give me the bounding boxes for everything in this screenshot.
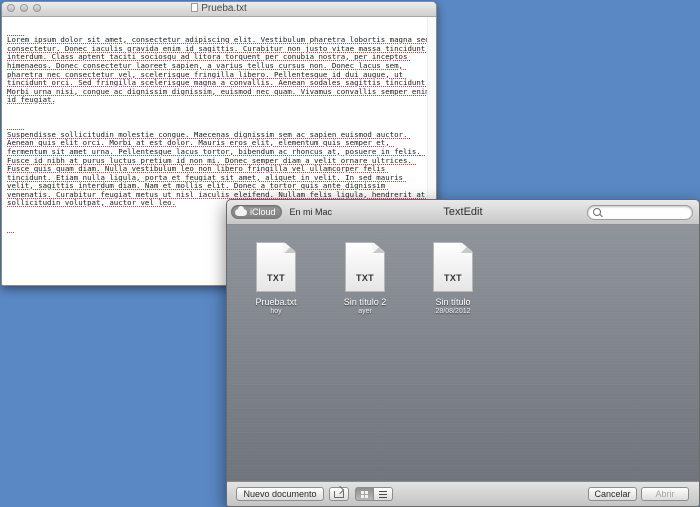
open-dialog[interactable]: iCloud En mi Mac TextEdit TXT Prueba.txt… bbox=[226, 199, 700, 507]
file-extension-label: TXT bbox=[267, 273, 285, 283]
document-title: Prueba.txt bbox=[2, 3, 436, 14]
page-fold bbox=[283, 243, 295, 253]
file-extension-label: TXT bbox=[356, 273, 374, 283]
file-name[interactable]: Sin título 2 bbox=[333, 297, 397, 307]
file-item[interactable]: TXT Sin título 2 ayer bbox=[333, 242, 397, 315]
file-name[interactable]: Prueba.txt bbox=[244, 297, 308, 307]
page-fold bbox=[460, 243, 472, 253]
file-date: 28/08/2012 bbox=[435, 308, 471, 315]
page-fold bbox=[372, 243, 384, 253]
file-item[interactable]: TXT Sin título 28/08/2012 bbox=[421, 242, 485, 315]
open-dialog-titlebar: iCloud En mi Mac TextEdit bbox=[227, 200, 699, 225]
file-date: ayer bbox=[358, 308, 372, 315]
list-view-button[interactable] bbox=[374, 487, 393, 501]
search-icon bbox=[593, 208, 601, 216]
text-document-icon[interactable]: TXT bbox=[433, 242, 473, 292]
file-browser[interactable]: TXT Prueba.txt hoy TXT Sin título 2 ayer… bbox=[227, 225, 699, 481]
file-extension-label: TXT bbox=[444, 273, 462, 283]
search-field[interactable] bbox=[587, 205, 693, 220]
new-document-button[interactable]: Nuevo documento bbox=[236, 487, 324, 501]
text-document-icon[interactable]: TXT bbox=[256, 242, 296, 292]
share-button[interactable] bbox=[329, 487, 349, 501]
icon-view-button[interactable] bbox=[355, 487, 374, 501]
share-icon bbox=[334, 490, 344, 498]
file-date: hoy bbox=[270, 308, 282, 315]
cancel-button[interactable]: Cancelar bbox=[588, 487, 637, 501]
document-file-icon bbox=[191, 3, 199, 12]
document-paragraph[interactable]: Suspendisse sollicitudin molestie congue… bbox=[7, 130, 431, 208]
open-dialog-bottombar: Nuevo documento Cancelar Abrir bbox=[227, 481, 699, 506]
open-button[interactable]: Abrir bbox=[641, 487, 689, 501]
document-title-text: Prueba.txt bbox=[201, 3, 247, 14]
grid-view-icon bbox=[361, 490, 368, 498]
file-item[interactable]: TXT Prueba.txt hoy bbox=[244, 242, 308, 315]
text-document-icon[interactable]: TXT bbox=[345, 242, 385, 292]
document-paragraph[interactable]: Lorem ipsum dolor sit amet, consectetur … bbox=[7, 35, 431, 105]
list-view-icon bbox=[379, 490, 387, 498]
search-input[interactable] bbox=[603, 206, 686, 219]
file-name[interactable]: Sin título bbox=[421, 297, 485, 307]
view-mode-switcher bbox=[355, 487, 393, 501]
document-titlebar[interactable]: Prueba.txt bbox=[2, 2, 436, 17]
